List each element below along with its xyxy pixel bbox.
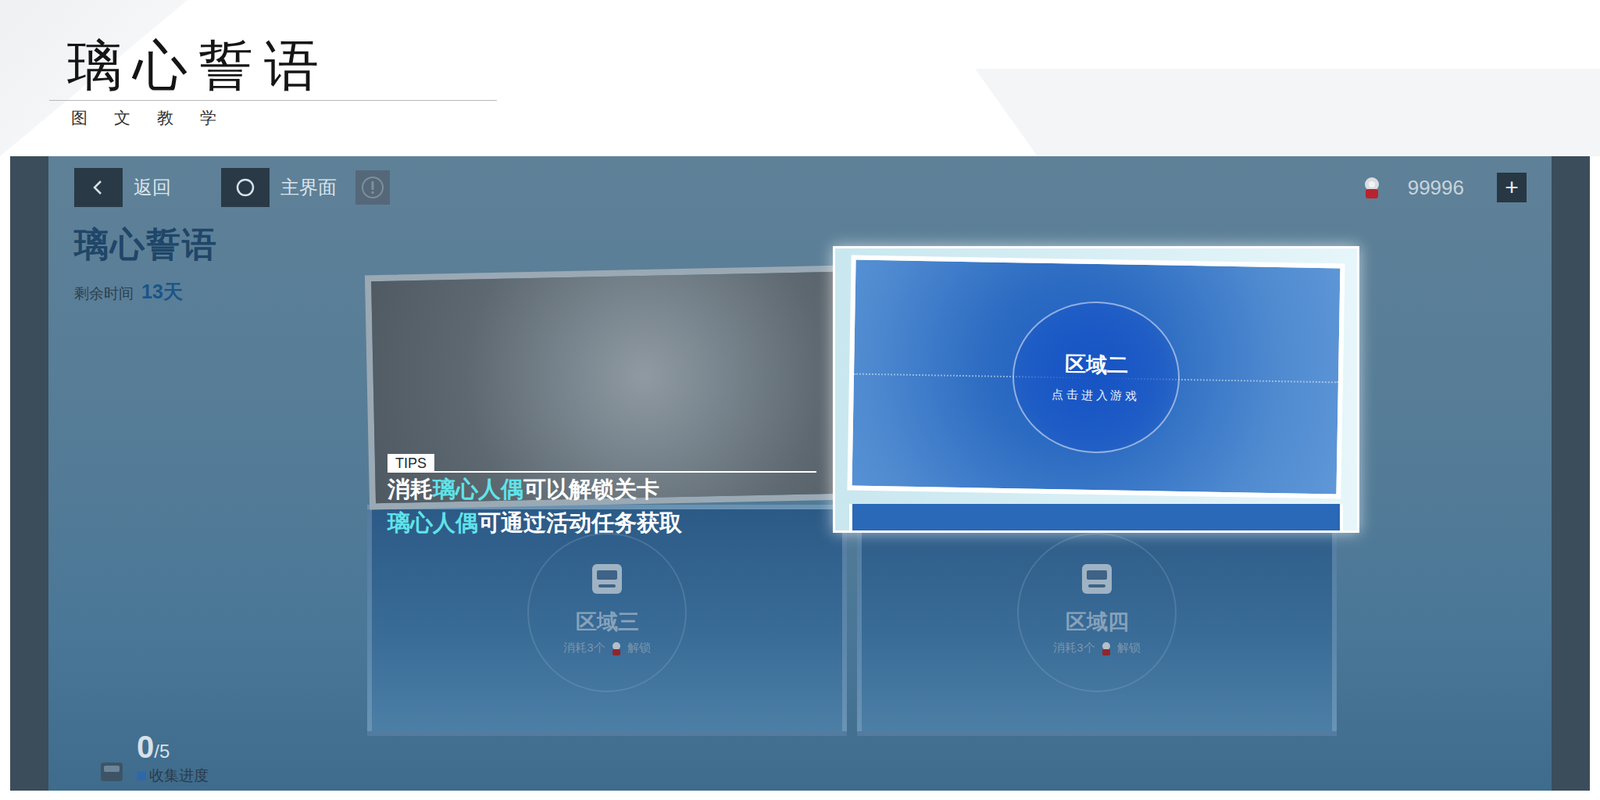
nav-button[interactable]: 返回 xyxy=(74,167,172,208)
game-screen: 返回主界面99996+璃心誓语剩余时间13天0/5收集进度区域二点击进入游戏区域… xyxy=(10,156,1590,791)
collection-progress: 0/5收集进度 xyxy=(96,731,368,786)
area-card[interactable] xyxy=(364,265,850,511)
event-body: 璃心誓语剩余时间13天0/5收集进度区域二点击进入游戏区域三消耗3个解锁区域四消… xyxy=(74,218,1527,791)
event-header: 璃心誓语剩余时间 13天 xyxy=(74,218,368,305)
title-block: 璃心誓语图 文 教 学 xyxy=(49,0,497,129)
nav-group: 返回 主界面 xyxy=(74,167,390,208)
nav-label: 返回 xyxy=(133,175,172,200)
collection-icon xyxy=(96,754,128,786)
event-info: 璃心誓语剩余时间13天0/5收集进度 xyxy=(74,218,368,791)
remaining-value: 13天 xyxy=(141,278,183,305)
entry-ring: 区域二点击进入游戏 xyxy=(1010,300,1181,455)
locked-area: 区域四消耗3个 解锁 xyxy=(861,509,1333,732)
unlock-cost: 消耗3个 解锁 xyxy=(1053,640,1140,656)
home-icon xyxy=(234,176,257,199)
tutorial-page: 璃心誓语图 文 教 学返回主界面99996+璃心誓语剩余时间13天0/5收集进度… xyxy=(0,0,1600,800)
area-banner: 区域二点击进入游戏 xyxy=(846,255,1345,500)
tips-segment: 璃心人偶 xyxy=(387,510,479,536)
area-hint: 点击进入游戏 xyxy=(1050,387,1140,404)
tips-line: 消耗璃心人偶可以解锁关卡 xyxy=(387,472,817,507)
area-name: 区域四 xyxy=(1065,607,1129,636)
locked-ring xyxy=(527,532,687,693)
tips-segment: 消耗 xyxy=(387,476,433,502)
nav-icon-box xyxy=(221,167,270,208)
remaining-time: 剩余时间 13天 xyxy=(74,278,368,305)
top-bar: 返回 主界面 99996 + xyxy=(74,156,1527,219)
game-screenshot: 返回主界面99996+璃心誓语剩余时间13天0/5收集进度区域二点击进入游戏区域… xyxy=(10,156,1590,791)
info-button[interactable] xyxy=(355,170,390,205)
header-decoration xyxy=(975,68,1600,157)
remaining-label: 剩余时间 xyxy=(74,283,134,304)
area-name: 区域二 xyxy=(1064,350,1129,379)
cost-action: 解锁 xyxy=(1117,640,1141,656)
doll-icon xyxy=(1357,173,1386,202)
doll-icon xyxy=(1100,641,1113,656)
back-icon xyxy=(89,178,108,197)
unlock-cost: 消耗3个 解锁 xyxy=(563,640,650,656)
area-card[interactable]: 区域二点击进入游戏 xyxy=(832,246,1360,533)
slide-subtitle: 图 文 教 学 xyxy=(49,107,497,129)
cost-text: 消耗3个 xyxy=(563,640,605,656)
nav-button[interactable]: 主界面 xyxy=(221,167,337,208)
progress-dot xyxy=(136,771,147,781)
tips-tooltip: TIPS消耗璃心人偶可以解锁关卡璃心人偶可通过活动任务获取 xyxy=(387,453,817,540)
cost-text: 消耗3个 xyxy=(1053,640,1095,656)
progress-text: 0/5收集进度 xyxy=(136,731,209,786)
slide-header: 璃心誓语图 文 教 学 xyxy=(0,0,1600,157)
add-currency-button[interactable]: + xyxy=(1496,172,1527,203)
nav-icon-box xyxy=(74,167,123,208)
tips-line: 璃心人偶可通过活动任务获取 xyxy=(387,506,817,540)
progress-total: /5 xyxy=(153,740,170,762)
tips-segment: 可通过活动任务获取 xyxy=(478,510,683,536)
area-card[interactable]: 区域三消耗3个 解锁 xyxy=(367,504,847,736)
progress-label: 收集进度 xyxy=(136,765,209,786)
tips-segment: 可以解锁关卡 xyxy=(523,476,660,502)
area-artwork xyxy=(371,271,843,504)
lock-box-icon xyxy=(589,560,625,597)
event-title: 璃心誓语 xyxy=(74,221,368,268)
locked-area: 区域三消耗3个 解锁 xyxy=(371,509,843,732)
area-card[interactable]: 区域四消耗3个 解锁 xyxy=(857,504,1337,736)
locked-ring xyxy=(1017,532,1177,693)
currency-bar: 99996 + xyxy=(1357,172,1527,203)
tips-header: TIPS xyxy=(387,453,817,473)
tips-segment: 璃心人偶 xyxy=(432,476,524,502)
progress-count: 0/5 xyxy=(136,731,209,763)
progress-current: 0 xyxy=(136,729,154,765)
doll-icon xyxy=(610,641,623,656)
tips-label: TIPS xyxy=(387,453,435,473)
area-name: 区域三 xyxy=(575,607,640,636)
info-icon xyxy=(359,174,386,201)
cost-action: 解锁 xyxy=(627,640,651,656)
lock-box-icon xyxy=(1078,560,1115,597)
nav-label: 主界面 xyxy=(280,175,337,200)
area-entry: 区域二点击进入游戏 xyxy=(832,246,1360,533)
tips-pointer-line xyxy=(434,471,817,473)
banner-strip xyxy=(849,503,1343,531)
currency-amount: 99996 xyxy=(1407,175,1465,200)
slide-title: 璃心誓语 xyxy=(49,32,497,101)
